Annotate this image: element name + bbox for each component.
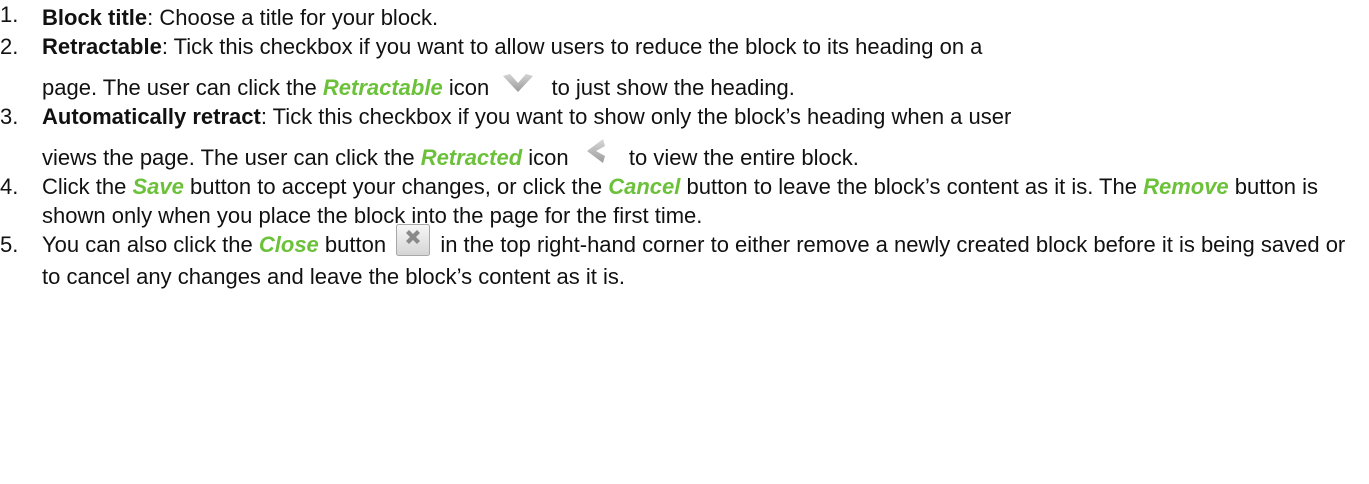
step-save-cancel: 4. Click the Save button to accept your … [0, 172, 1369, 230]
ui-label-close: Close [258, 232, 319, 258]
ui-label-retractable: Retractable [322, 75, 443, 100]
step-term: Retractable [42, 34, 162, 59]
step-text: : Tick this checkbox if you want to allo… [161, 34, 983, 59]
step-line-2: page. The user can click the Retractable… [42, 73, 1369, 102]
step-number: 1. [0, 2, 19, 27]
step-text: You can also click the [42, 232, 259, 258]
step-automatically-retract: 3. Automatically retract: Tick this chec… [0, 102, 1369, 172]
step-retractable: 2. Retractable: Tick this checkbox if yo… [0, 32, 1369, 102]
step-term: Automatically retract [42, 104, 261, 129]
close-button-icon [396, 224, 431, 257]
step-text: views the page. The user can click the [42, 145, 421, 170]
step-text: button [318, 232, 387, 258]
step-text: to view the entire block. [628, 145, 859, 170]
step-text: button to leave the block’s content as i… [680, 174, 1144, 200]
step-text: : Choose a title for your block. [147, 5, 439, 30]
ui-label-cancel: Cancel [608, 174, 681, 200]
step-text: button to accept your changes, or click … [183, 174, 609, 200]
instruction-list: 1. Block title: Choose a title for your … [0, 0, 1369, 291]
ui-label-remove: Remove [1143, 174, 1229, 200]
step-number: 2. [0, 34, 19, 59]
step-number: 4. [0, 174, 19, 200]
ui-label-retracted: Retracted [420, 145, 523, 170]
ui-label-save: Save [132, 174, 184, 200]
step-text: Click the [42, 174, 133, 200]
step-number: 3. [0, 104, 19, 129]
step-term: Block title [42, 5, 148, 30]
step-text: icon [442, 75, 490, 100]
step-text: page. The user can click the [42, 75, 323, 100]
step-close: 5. You can also click the Close button i… [0, 224, 1369, 291]
chevron-left-icon [585, 138, 607, 164]
step-text: : Tick this checkbox if you want to show… [260, 104, 1012, 129]
step-text: icon [522, 145, 569, 170]
step-number: 5. [0, 232, 19, 258]
step-text: to just show the heading. [551, 75, 795, 100]
step-line-2: views the page. The user can click the R… [42, 139, 1369, 172]
step-block-title: 1. Block title: Choose a title for your … [0, 0, 1369, 32]
chevron-down-icon [501, 72, 535, 94]
